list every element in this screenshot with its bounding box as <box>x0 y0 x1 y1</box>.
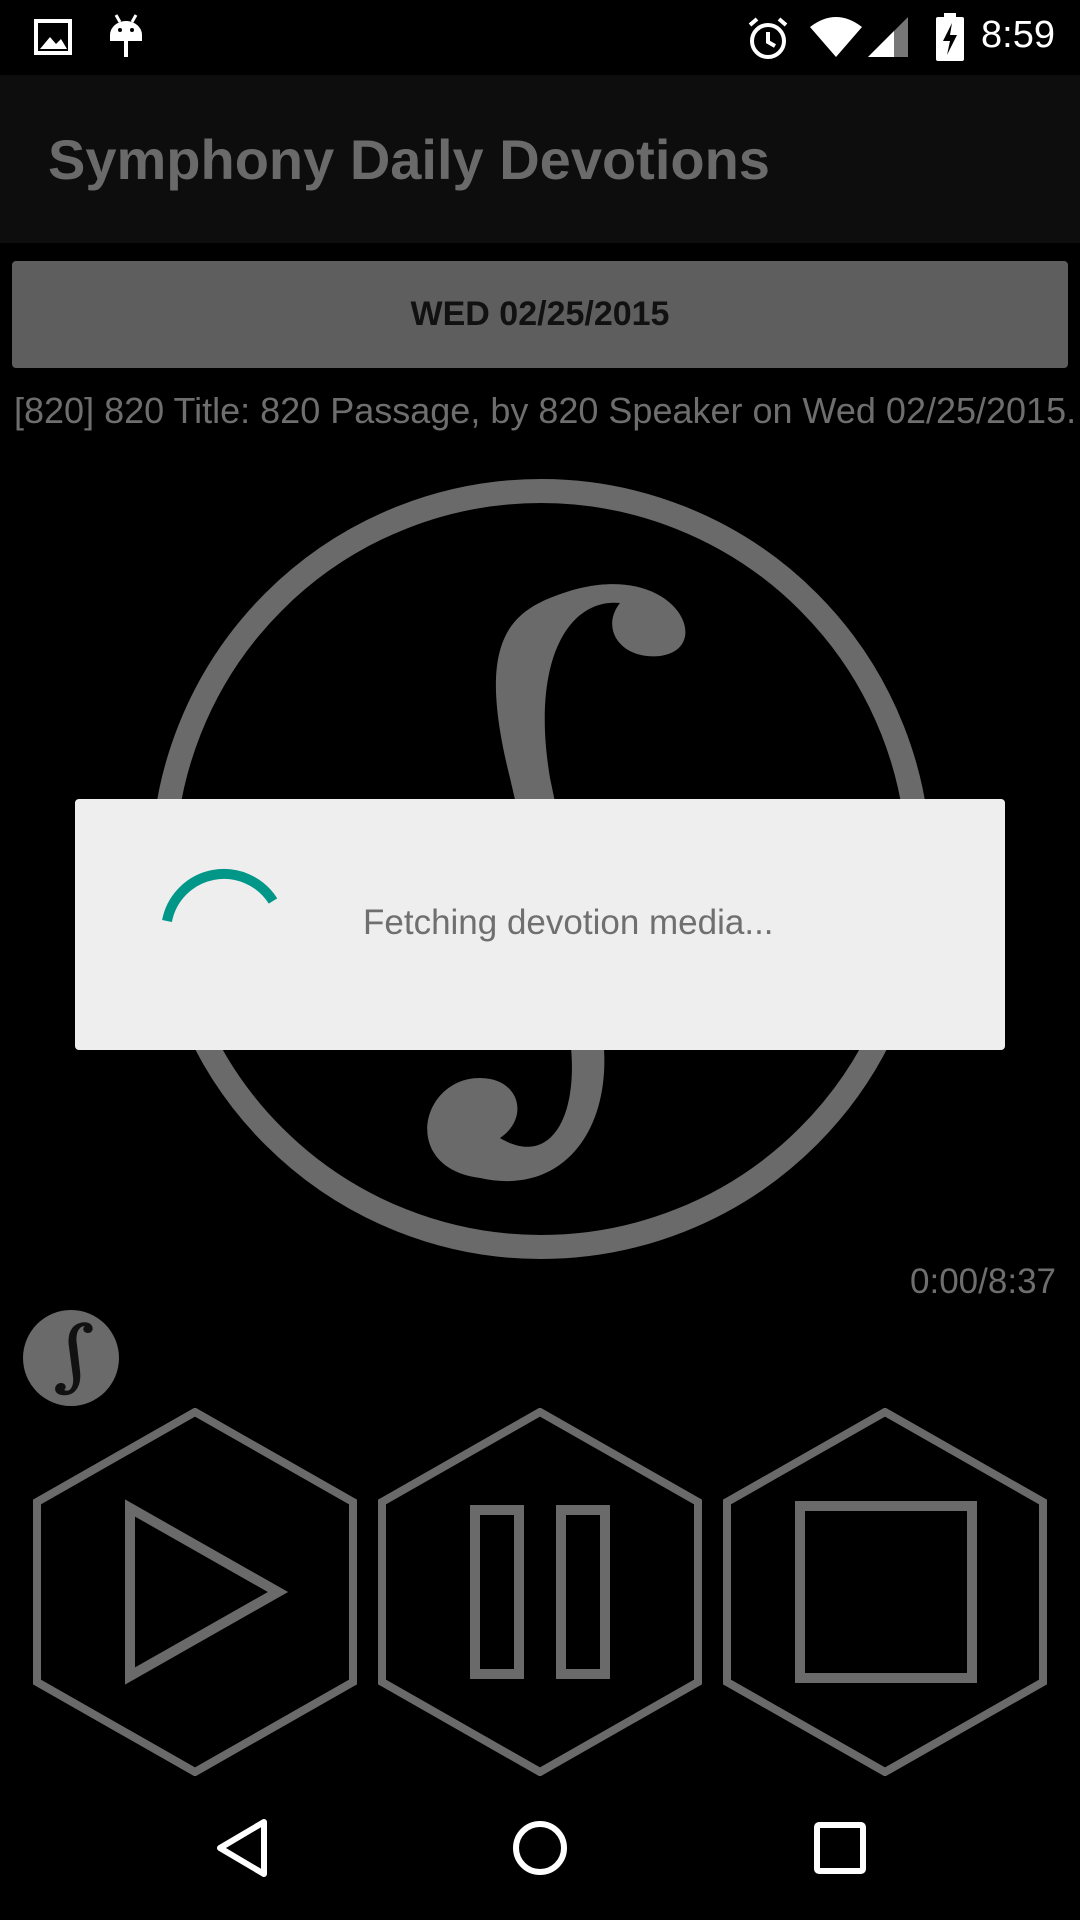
android-debug-icon <box>110 14 142 57</box>
pause-button[interactable] <box>375 1408 705 1776</box>
recents-icon[interactable] <box>812 1820 868 1876</box>
stop-icon <box>795 1501 977 1683</box>
wifi-icon <box>810 17 862 57</box>
date-picker-button[interactable]: WED 02/25/2015 <box>12 261 1068 368</box>
status-clock: 8:59 <box>981 14 1055 56</box>
app-title: Symphony Daily Devotions <box>48 128 770 191</box>
signal-icon <box>868 17 908 57</box>
back-icon[interactable] <box>212 1816 272 1880</box>
app-bar: Symphony Daily Devotions <box>0 75 1080 243</box>
home-icon[interactable] <box>510 1818 570 1878</box>
stop-button[interactable] <box>720 1408 1050 1776</box>
loading-spinner-icon <box>162 868 278 923</box>
battery-charging-icon <box>936 13 964 61</box>
navigation-bar <box>0 1776 1080 1920</box>
status-bar: 8:59 <box>0 0 1080 75</box>
pause-icon <box>470 1505 610 1679</box>
playback-time: 0:00/8:37 <box>910 1262 1056 1301</box>
alarm-icon <box>748 17 788 59</box>
small-logo-icon <box>23 1310 119 1406</box>
dialog-message: Fetching devotion media... <box>363 903 774 942</box>
play-icon <box>125 1499 289 1685</box>
image-icon <box>34 19 72 55</box>
devotion-info-text: [820] 820 Title: 820 Passage, by 820 Spe… <box>14 390 1077 431</box>
play-button[interactable] <box>30 1408 360 1776</box>
progress-dialog: Fetching devotion media... <box>75 799 1005 1050</box>
screen: 8:59 Symphony Daily Devotions WED 02/25/… <box>0 0 1080 1920</box>
